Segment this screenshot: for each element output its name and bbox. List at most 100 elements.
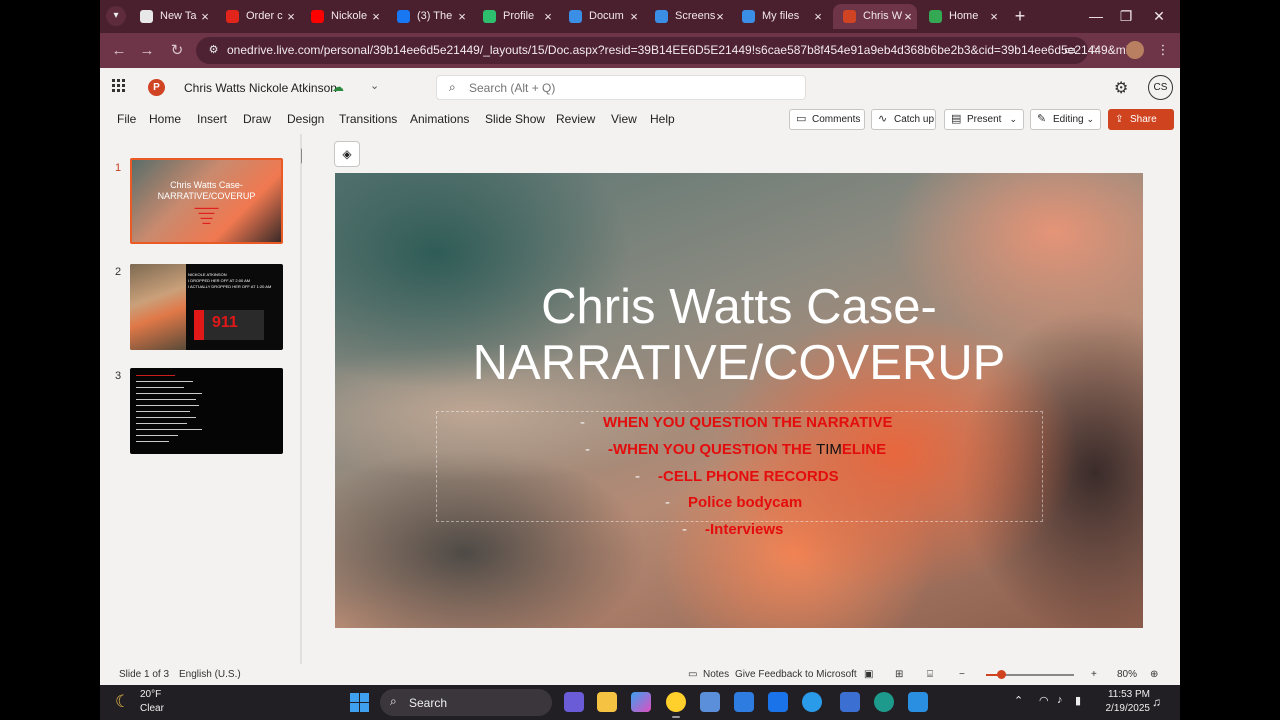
slide-title[interactable]: Chris Watts Case- NARRATIVE/COVERUP <box>405 279 1073 391</box>
document-title[interactable]: Chris Watts Nickole Atkinson <box>184 81 337 95</box>
close-tab-icon[interactable]: × <box>811 4 825 29</box>
close-tab-icon[interactable]: × <box>627 4 641 29</box>
close-tab-icon[interactable]: × <box>541 4 555 29</box>
bullet-item[interactable]: - -Interviews <box>335 521 1143 538</box>
edge-icon[interactable] <box>874 692 894 712</box>
normal-view-icon[interactable]: ▣ <box>864 669 873 680</box>
notes-button[interactable]: Notes <box>703 669 729 680</box>
browser-tab[interactable]: Order c × <box>216 4 300 29</box>
menu-transitions[interactable]: Transitions <box>339 112 397 126</box>
menu-design[interactable]: Design <box>287 112 324 126</box>
store-icon[interactable] <box>700 692 720 712</box>
forward-icon[interactable]: → <box>136 40 158 62</box>
side-panel-icon[interactable]: ▭ <box>1061 41 1079 59</box>
more-menu-icon[interactable]: ⋮ <box>1154 41 1172 59</box>
slide-thumbnail-1[interactable]: Chris Watts Case- NARRATIVE/COVERUP ▬▬▬▬… <box>130 158 283 244</box>
notes-icon[interactable]: ▭ <box>688 669 697 680</box>
clock-time[interactable]: 11:53 PM <box>1102 689 1150 700</box>
menu-help[interactable]: Help <box>650 112 675 126</box>
bookmark-star-icon[interactable]: ☆ <box>1085 41 1103 59</box>
browser-tab[interactable]: (3) The × <box>387 4 471 29</box>
clock-date[interactable]: 2/19/2025 <box>1102 703 1151 714</box>
app-launcher-icon[interactable] <box>112 79 126 93</box>
slide-thumbnail-2[interactable]: NICKOLE ATKINSON I DROPPED HER OFF AT 2:… <box>130 264 283 350</box>
browser-tab[interactable]: My files × <box>732 4 827 29</box>
weather-condition[interactable]: Clear <box>140 703 164 714</box>
file-explorer-icon[interactable] <box>597 692 617 712</box>
taskbar-search[interactable]: ⌕ Search <box>380 689 552 716</box>
fit-to-window-icon[interactable]: ⊕ <box>1150 669 1158 680</box>
weather-temp[interactable]: 20°F <box>140 689 161 700</box>
slide-thumbnail-3[interactable]: ▬▬▬▬▬▬▬▬▬▬▬▬▬ ▬▬▬▬▬▬▬▬▬▬▬▬▬▬▬▬▬▬▬ ▬▬▬▬▬▬… <box>130 368 283 454</box>
slide-sorter-icon[interactable]: ⊞ <box>895 669 903 680</box>
search-input[interactable] <box>469 78 789 97</box>
chevron-down-icon[interactable]: ⌄ <box>370 79 379 92</box>
notepad-icon[interactable] <box>840 692 860 712</box>
menu-file[interactable]: File <box>117 112 136 126</box>
teams-meet-icon[interactable] <box>564 692 584 712</box>
chrome-taskbar-icon[interactable] <box>666 692 686 712</box>
moon-icon[interactable]: ☾ <box>115 692 130 712</box>
current-slide[interactable]: Chris Watts Case- NARRATIVE/COVERUP - WHE… <box>335 173 1143 628</box>
bullet-item[interactable]: - Police bodycam <box>335 494 1143 511</box>
m365-icon[interactable] <box>734 692 754 712</box>
photos-icon[interactable] <box>908 692 928 712</box>
browser-tab[interactable]: Docum × <box>559 4 643 29</box>
menu-animations[interactable]: Animations <box>410 112 469 126</box>
close-tab-icon[interactable]: × <box>284 4 298 29</box>
close-tab-icon[interactable]: × <box>713 4 727 29</box>
feedback-link[interactable]: Give Feedback to Microsoft <box>735 669 857 680</box>
present-button[interactable]: ▤ Present ⌄ <box>944 109 1024 130</box>
browser-tab[interactable]: Home × <box>919 4 1003 29</box>
comments-button[interactable]: ▭ Comments <box>789 109 865 130</box>
menu-insert[interactable]: Insert <box>197 112 227 126</box>
close-tab-icon[interactable]: × <box>987 4 1001 29</box>
close-window-icon[interactable]: ✕ <box>1145 4 1173 28</box>
menu-home[interactable]: Home <box>149 112 181 126</box>
menu-slide-show[interactable]: Slide Show <box>485 112 545 126</box>
notification-bell-icon[interactable]: ♫ <box>1152 695 1161 709</box>
copilot-icon[interactable]: ◈ <box>334 141 360 167</box>
reload-icon[interactable]: ↻ <box>166 40 188 62</box>
powerpoint-logo-icon[interactable]: P <box>148 79 165 96</box>
battery-icon[interactable]: ▮ <box>1075 694 1081 707</box>
tab-search-icon[interactable]: ▾ <box>106 6 126 26</box>
site-info-icon[interactable]: ⚙ <box>206 43 221 58</box>
browser-tab[interactable]: Screens × <box>645 4 729 29</box>
bullet-item[interactable]: - -CELL PHONE RECORDS <box>335 468 1143 485</box>
browser-tab[interactable]: Chris W × <box>833 4 917 29</box>
close-tab-icon[interactable]: × <box>901 4 915 29</box>
close-tab-icon[interactable]: × <box>198 4 212 29</box>
zoom-slider-thumb[interactable] <box>997 670 1006 679</box>
close-tab-icon[interactable]: × <box>369 4 383 29</box>
zoom-in-icon[interactable]: + <box>1091 669 1097 680</box>
cortana-icon[interactable] <box>802 692 822 712</box>
close-tab-icon[interactable]: × <box>455 4 469 29</box>
share-button[interactable]: ⇪ Share <box>1108 109 1174 130</box>
minimize-icon[interactable]: — <box>1082 4 1110 28</box>
profile-avatar[interactable] <box>1126 41 1144 59</box>
saved-status-icon[interactable]: ☁ <box>332 80 346 94</box>
menu-draw[interactable]: Draw <box>243 112 271 126</box>
bullet-item[interactable]: - -WHEN YOU QUESTION THE TIMELINE <box>335 441 1143 458</box>
reading-view-icon[interactable]: ⌸ <box>927 669 933 680</box>
windows-start-icon[interactable] <box>350 693 369 712</box>
editing-mode-button[interactable]: ✎ Editing ⌄ <box>1030 109 1101 130</box>
volume-icon[interactable]: ♪ <box>1057 694 1063 706</box>
chevron-up-icon[interactable]: ⌃ <box>1014 694 1023 707</box>
language-indicator[interactable]: English (U.S.) <box>179 669 241 680</box>
browser-tab[interactable]: Nickole × <box>301 4 385 29</box>
wifi-icon[interactable]: ◠ <box>1039 694 1049 707</box>
catch-up-button[interactable]: ∿ Catch up <box>871 109 936 130</box>
user-avatar[interactable]: CS <box>1148 75 1173 100</box>
zoom-level[interactable]: 80% <box>1117 669 1137 680</box>
settings-gear-icon[interactable]: ⚙ <box>1114 78 1128 98</box>
browser-tab[interactable]: Profile × <box>473 4 557 29</box>
new-tab-button[interactable]: + <box>1010 5 1030 27</box>
menu-view[interactable]: View <box>611 112 637 126</box>
menu-review[interactable]: Review <box>556 112 595 126</box>
outlook-icon[interactable] <box>768 692 788 712</box>
back-icon[interactable]: ← <box>108 40 130 62</box>
zoom-out-icon[interactable]: − <box>959 669 965 680</box>
restore-icon[interactable]: ❐ <box>1112 4 1140 28</box>
